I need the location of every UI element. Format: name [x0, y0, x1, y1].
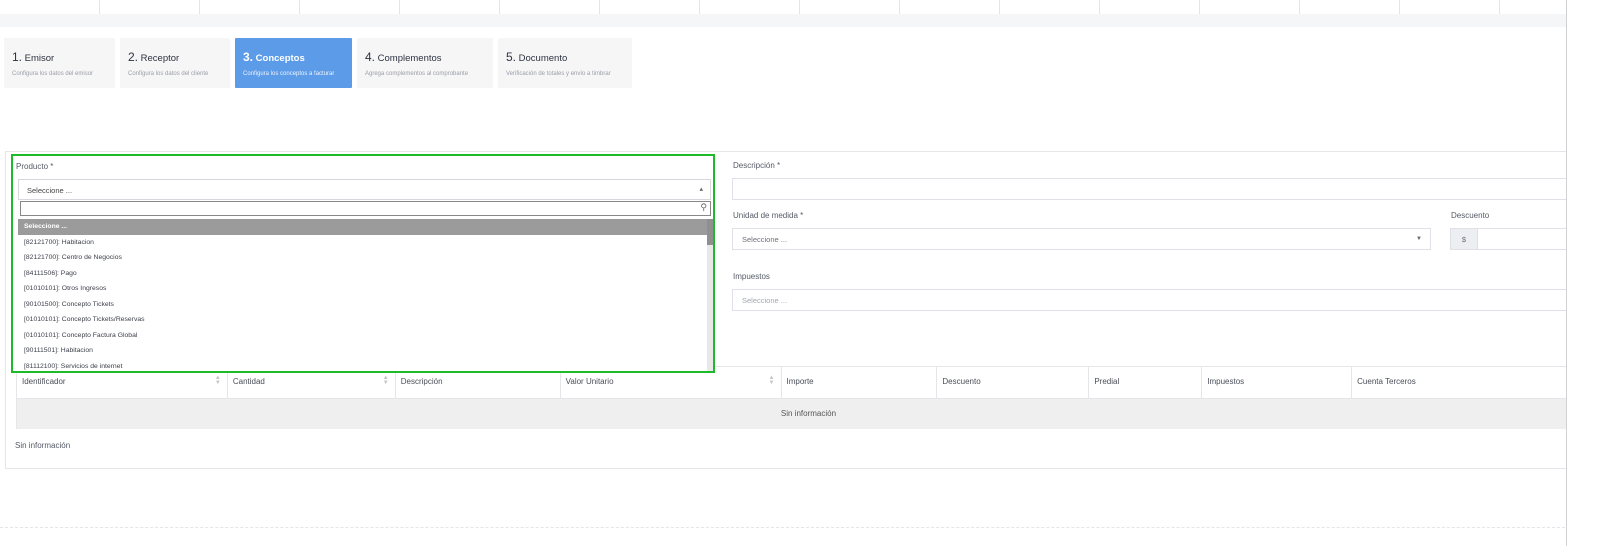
- dropdown-option[interactable]: [01010101]: Concepto Tickets/Reservas: [18, 312, 711, 328]
- dropdown-option[interactable]: Seleccione ...: [18, 219, 711, 235]
- step-subtitle: Configura los datos del emisor: [12, 71, 94, 77]
- strip-col: [400, 0, 500, 14]
- dropdown-option[interactable]: [90111501]: Habitacion: [18, 343, 711, 359]
- step-number: 2.: [128, 50, 139, 64]
- column-header-label: Importe: [786, 377, 814, 386]
- strip-col: [700, 0, 800, 14]
- column-header-label: Cuenta Terceros: [1357, 377, 1416, 386]
- strip-col: [1300, 0, 1400, 14]
- strip-col: [200, 0, 300, 14]
- step-emisor[interactable]: 1. Emisor Configura los datos del emisor: [4, 38, 115, 88]
- dropdown-option[interactable]: [90101500]: Concepto Tickets: [18, 297, 711, 313]
- strip-col: [1000, 0, 1100, 14]
- table-empty-row: Sin información: [17, 399, 1600, 429]
- strip-col: [100, 0, 200, 14]
- column-header-label: Predial: [1094, 377, 1120, 386]
- strip-col: [800, 0, 900, 14]
- step-number: 1.: [12, 50, 23, 64]
- column-header[interactable]: Cuenta Terceros: [1352, 367, 1600, 398]
- column-header-label: Descripción: [400, 377, 443, 386]
- step-title: 3. Conceptos: [243, 50, 344, 64]
- strip-col: [1400, 0, 1500, 14]
- step-label: Emisor: [24, 53, 55, 64]
- descripcion-input[interactable]: [732, 178, 1600, 200]
- dropdown-option[interactable]: [01010101]: Concepto Factura Global: [18, 328, 711, 344]
- column-header-label: Cantidad: [232, 377, 265, 386]
- step-label: Receptor: [140, 53, 180, 64]
- descripcion-label: Descripción *: [733, 161, 781, 170]
- column-header-label: Impuestos: [1207, 377, 1245, 386]
- column-header-label: Identificador: [22, 377, 66, 386]
- right-edge-panel: [1566, 0, 1600, 546]
- strip-col: [1100, 0, 1200, 14]
- dropdown-option[interactable]: [82121700]: Habitacion: [18, 235, 711, 251]
- descuento-prefix: $: [1450, 228, 1478, 250]
- empty-info-text: Sin información: [15, 441, 71, 450]
- step-label: Documento: [518, 53, 568, 64]
- step-subtitle: Configura los datos del cliente: [128, 71, 209, 77]
- step-number: 4.: [365, 50, 376, 64]
- dropdown-option[interactable]: [01010101]: Otros Ingresos: [18, 281, 711, 297]
- step-title: 4. Complementos: [365, 50, 485, 64]
- unidad-select[interactable]: Seleccione ... ▼: [732, 228, 1431, 250]
- strip-col: [500, 0, 600, 14]
- strip-col: [1200, 0, 1300, 14]
- impuestos-placeholder: Seleccione ...: [742, 296, 788, 305]
- step-subtitle: Verificación de totales y envío a timbra…: [506, 71, 611, 77]
- strip-col: [600, 0, 700, 14]
- column-header[interactable]: Importe: [782, 367, 938, 398]
- conceptos-table: Identificador ▲ ▼ Cantidad ▲ ▼ Descripción V…: [16, 366, 1600, 429]
- column-header-label: Valor Unitario: [565, 377, 614, 386]
- step-number: 5.: [506, 50, 517, 64]
- step-subtitle: Agrega complementos al comprobante: [365, 71, 469, 77]
- step-conceptos[interactable]: 3. Conceptos Configura los conceptos a f…: [235, 38, 352, 88]
- wizard-steps: 1. Emisor Configura los datos del emisor…: [4, 38, 632, 88]
- step-title: 1. Emisor: [12, 50, 107, 64]
- strip-col: [300, 0, 400, 14]
- unidad-label: Unidad de medida *: [733, 211, 804, 220]
- top-column-strip: [0, 0, 1600, 27]
- sort-icon: ▲ ▼: [768, 375, 775, 386]
- chevron-up-icon: ▴: [699, 186, 703, 193]
- impuestos-label: Impuestos: [733, 272, 770, 281]
- step-subtitle: Configura los conceptos a facturar: [243, 71, 335, 77]
- step-complementos[interactable]: 4. Complementos Agrega complementos al c…: [357, 38, 493, 88]
- column-header[interactable]: Predial: [1089, 367, 1203, 398]
- step-number: 3.: [243, 50, 254, 64]
- impuestos-select[interactable]: Seleccione ...: [732, 289, 1600, 311]
- table-empty-text: Sin información: [780, 409, 837, 418]
- producto-search-input[interactable]: ⚲: [20, 201, 711, 216]
- search-icon: ⚲: [700, 202, 707, 212]
- strip-col: [900, 0, 1000, 14]
- producto-select[interactable]: Seleccione ... ▴: [18, 179, 711, 200]
- step-label: Conceptos: [255, 53, 305, 64]
- step-title: 5. Documento: [506, 50, 624, 64]
- sort-icon: ▲ ▼: [382, 375, 389, 386]
- producto-label: Producto *: [16, 162, 54, 171]
- footer-divider: [0, 527, 1600, 528]
- unidad-value: Seleccione ...: [742, 235, 788, 244]
- producto-dropdown-highlight: Producto * Seleccione ... ▴ ⚲ Seleccione…: [11, 154, 715, 373]
- descuento-label: Descuento: [1451, 211, 1490, 220]
- column-header[interactable]: Impuestos: [1202, 367, 1353, 398]
- strip-col: [0, 0, 100, 14]
- producto-value: Seleccione ...: [27, 186, 73, 195]
- column-header-label: Descuento: [942, 377, 981, 386]
- step-label: Complementos: [377, 53, 442, 64]
- dropdown-option[interactable]: [84111506]: Pago: [18, 266, 711, 282]
- sort-icon: ▲ ▼: [214, 375, 221, 386]
- chevron-down-icon: ▼: [1416, 236, 1422, 242]
- dropdown-option[interactable]: [81112100]: Servicios de internet: [18, 359, 711, 372]
- dropdown-option[interactable]: [82121700]: Centro de Negocios: [18, 250, 711, 266]
- dropdown-scrollbar[interactable]: [707, 219, 713, 371]
- scrollbar-thumb[interactable]: [707, 219, 713, 245]
- step-receptor[interactable]: 2. Receptor Configura los datos del clie…: [120, 38, 230, 88]
- producto-options-list: Seleccione ... [82121700]: Habitacion [8…: [18, 219, 711, 371]
- step-documento[interactable]: 5. Documento Verificación de totales y e…: [498, 38, 632, 88]
- column-header[interactable]: Descuento: [937, 367, 1090, 398]
- step-title: 2. Receptor: [128, 50, 222, 64]
